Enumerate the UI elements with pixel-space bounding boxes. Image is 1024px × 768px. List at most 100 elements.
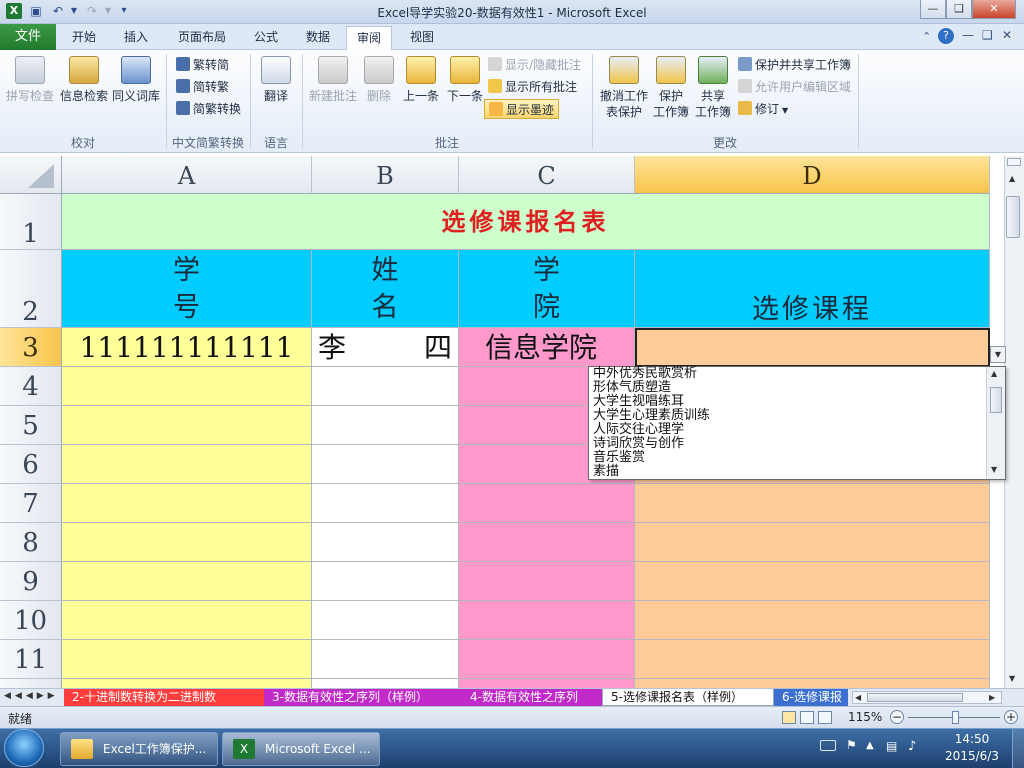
new-comment-button[interactable]: 新建批注 (306, 56, 360, 114)
workbook-minimize-icon[interactable]: — (962, 28, 974, 42)
show-hide-comment-button[interactable]: 显示/隐藏批注 (488, 55, 581, 75)
research-button[interactable]: 信息检索 (58, 56, 110, 114)
keyboard-icon[interactable] (820, 740, 836, 751)
customize-quick-access-icon[interactable]: ▾ (116, 3, 132, 19)
clock-time[interactable]: 14:50 (942, 732, 1002, 746)
column-header-a[interactable]: A (62, 156, 312, 194)
dropdown-scroll-thumb[interactable] (990, 387, 1002, 413)
sheet-tab-binary-conversion[interactable]: 2-十进制数转换为二进制数 (64, 689, 264, 706)
share-workbook-button[interactable]: 共享 工作簿 (694, 56, 732, 119)
zoom-out-icon[interactable]: − (890, 710, 904, 724)
save-icon[interactable]: ▣ (28, 3, 44, 19)
page-break-view-icon[interactable] (818, 711, 832, 724)
page-layout-view-icon[interactable] (800, 711, 814, 724)
workbook-restore-icon[interactable]: ❑ (982, 28, 993, 42)
zoom-level[interactable]: 115% (848, 710, 882, 724)
redo-icon[interactable]: ↷ (84, 3, 100, 19)
row-header-12[interactable] (0, 679, 62, 688)
scroll-down-icon[interactable]: ▼ (1009, 674, 1015, 683)
row-header-9[interactable]: 9 (0, 562, 62, 601)
to-simplified-button[interactable]: 繁转简 (176, 55, 229, 75)
show-ink-button[interactable]: 显示墨迹 (484, 99, 560, 119)
scroll-right-icon[interactable]: ▶ (989, 692, 995, 704)
next-comment-button[interactable]: 下一条 (444, 56, 486, 114)
cell-student-id[interactable]: 111111111111 (62, 328, 312, 367)
row-header-4[interactable]: 4 (0, 367, 62, 406)
windows-start-icon[interactable] (4, 729, 44, 767)
to-traditional-button[interactable]: 简转繁 (176, 77, 229, 97)
select-all-corner[interactable] (0, 156, 62, 194)
sheet-title-cell[interactable]: 选修课报名表 (62, 194, 990, 250)
column-header-c[interactable]: C (459, 156, 635, 194)
dropdown-option-poetry[interactable]: 诗词欣赏与创作 (593, 437, 684, 451)
dropdown-option-music-appreciation[interactable]: 音乐鉴赏 (593, 451, 645, 465)
tab-file[interactable]: 文件 (0, 24, 56, 50)
column-b-cells[interactable] (312, 367, 459, 688)
thesaurus-button[interactable]: 同义词库 (110, 56, 162, 114)
dropdown-option-folk-songs[interactable]: 中外优秀民歌赏析 (593, 367, 697, 381)
cell-name[interactable]: 李 四 (312, 328, 459, 367)
horizontal-scrollbar[interactable]: ◀ ▶ (852, 691, 1002, 704)
tab-insert[interactable]: 插入 (114, 26, 158, 49)
row-header-5[interactable]: 5 (0, 406, 62, 445)
validation-dropdown-list[interactable]: 中外优秀民歌赏析 形体气质塑造 大学生视唱练耳 大学生心理素质训练 人际交往心理… (588, 366, 1006, 480)
sheet-nav-arrows-icon[interactable]: ◀◀◀▶▶ (4, 691, 59, 701)
tab-review[interactable]: 审阅 (346, 26, 393, 51)
tray-expand-icon[interactable]: ▲ (866, 740, 874, 751)
volume-icon[interactable]: ♪ (908, 739, 916, 754)
horizontal-scroll-thumb[interactable] (867, 693, 963, 702)
network-icon[interactable]: ▤ (886, 739, 897, 753)
spell-check-button[interactable]: 拼写检查 (4, 56, 56, 114)
dropdown-option-sight-singing[interactable]: 大学生视唱练耳 (593, 395, 684, 409)
dropdown-option-sketching[interactable]: 素描 (593, 465, 619, 479)
normal-view-icon[interactable] (782, 711, 796, 724)
previous-comment-button[interactable]: 上一条 (400, 56, 442, 114)
show-all-comments-button[interactable]: 显示所有批注 (488, 77, 577, 97)
column-header-d[interactable]: D (635, 156, 990, 194)
tab-formulas[interactable]: 公式 (244, 26, 288, 49)
row-header-2[interactable]: 2 (0, 250, 62, 328)
sheet-tab-validation[interactable]: 4-数据有效性之序列 (462, 689, 602, 706)
header-cell-student-id[interactable]: 学 号 (62, 250, 312, 328)
row-header-6[interactable]: 6 (0, 445, 62, 484)
taskbar-explorer-window[interactable]: Excel工作簿保护... (60, 732, 218, 766)
delete-comment-button[interactable]: 删除 (362, 56, 396, 114)
restore-button[interactable]: ❑ (946, 0, 972, 19)
header-cell-college[interactable]: 学 院 (459, 250, 635, 328)
tab-home[interactable]: 开始 (62, 26, 106, 49)
scroll-up-icon[interactable]: ▲ (1009, 174, 1015, 183)
tab-page-layout[interactable]: 页面布局 (168, 26, 236, 49)
chinese-convert-button[interactable]: 简繁转换 (176, 99, 241, 119)
undo-dropdown-icon[interactable]: ▼ (66, 3, 82, 19)
row-header-3[interactable]: 3 (0, 328, 62, 367)
cell-college[interactable]: 信息学院 (459, 328, 635, 367)
zoom-in-icon[interactable]: + (1004, 710, 1018, 724)
clock-date[interactable]: 2015/6/3 (936, 749, 1008, 763)
taskbar-excel-window[interactable]: X Microsoft Excel ... (222, 732, 380, 766)
tab-data[interactable]: 数据 (296, 26, 340, 49)
dropdown-option-psychology-training[interactable]: 大学生心理素质训练 (593, 409, 710, 423)
undo-icon[interactable]: ↶ (50, 3, 66, 19)
close-window-button[interactable]: ✕ (972, 0, 1016, 19)
row-header-10[interactable]: 10 (0, 601, 62, 640)
show-desktop-button[interactable] (1012, 729, 1024, 768)
zoom-slider-thumb[interactable] (952, 711, 959, 724)
scroll-left-icon[interactable]: ◀ (855, 692, 861, 704)
protect-share-workbook-button[interactable]: 保护并共享工作簿 (738, 55, 851, 75)
redo-dropdown-icon[interactable]: ▼ (100, 3, 116, 19)
dropdown-scroll-up-icon[interactable]: ▲ (991, 369, 997, 378)
row-header-11[interactable]: 11 (0, 640, 62, 679)
column-header-b[interactable]: B (312, 156, 459, 194)
row-header-8[interactable]: 8 (0, 523, 62, 562)
translate-button[interactable]: 翻译 (254, 56, 298, 114)
validation-dropdown-arrow[interactable]: ▼ (990, 346, 1006, 363)
split-box[interactable] (1007, 158, 1021, 166)
excel-icon[interactable]: X (6, 3, 22, 19)
dropdown-option-body-shaping[interactable]: 形体气质塑造 (593, 381, 671, 395)
workbook-close-icon[interactable]: ✕ (1002, 28, 1012, 42)
column-a-cells[interactable] (62, 367, 312, 688)
help-icon[interactable]: ? (938, 28, 954, 44)
header-cell-name[interactable]: 姓 名 (312, 250, 459, 328)
sheet-tab-elective-sample-active[interactable]: 5-选修课报名表（样例） (602, 689, 774, 706)
sheet-tab-elective[interactable]: 6-选修课报 (774, 689, 848, 706)
